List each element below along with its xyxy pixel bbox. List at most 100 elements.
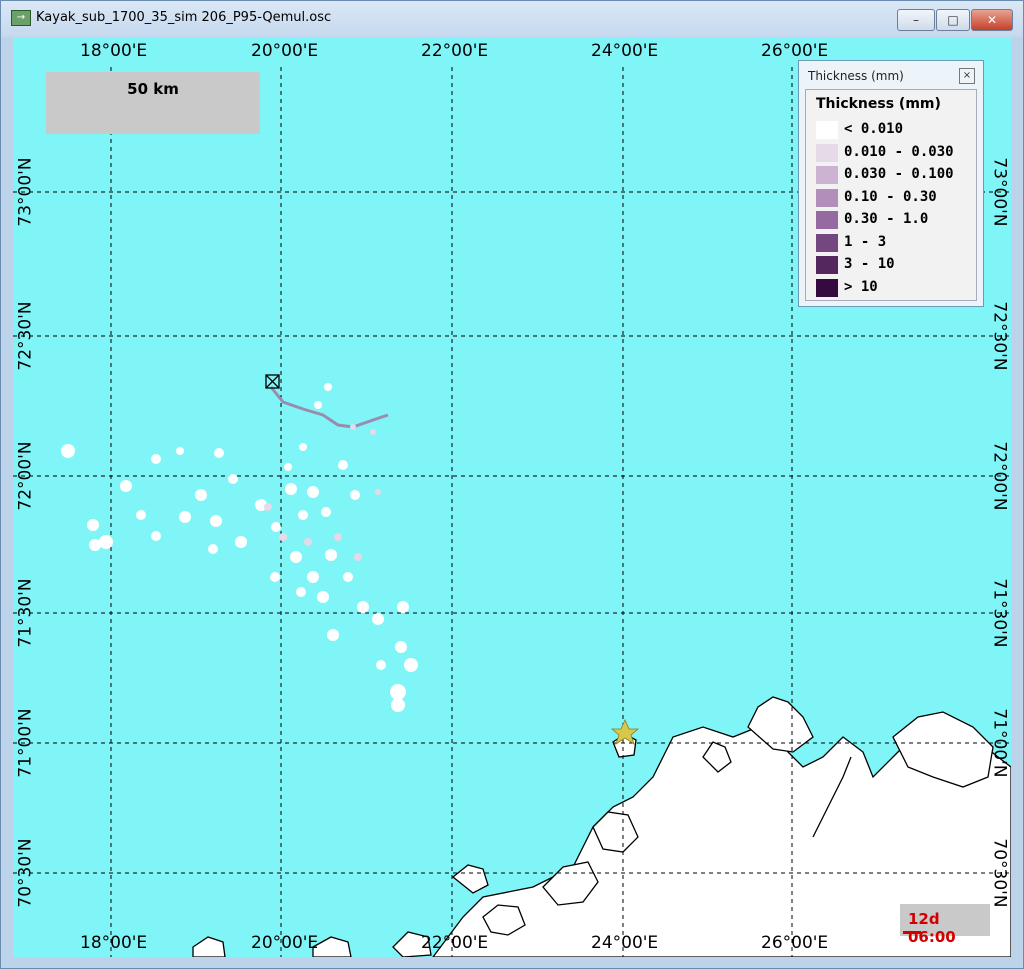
legend-item: 0.010 - 0.030 (816, 143, 976, 163)
oil-particle (61, 444, 75, 458)
maximize-button[interactable]: □ (936, 9, 970, 31)
lon-label-bottom: 26°00'E (761, 933, 829, 953)
legend-label: 0.10 - 0.30 (844, 188, 937, 205)
title-bar[interactable]: → Kayak_sub_1700_35_sim 206_P95-Qemul.os… (1, 1, 1023, 37)
app-window: → Kayak_sub_1700_35_sim 206_P95-Qemul.os… (0, 0, 1024, 969)
oil-particle (89, 539, 101, 551)
oil-particle (397, 601, 409, 613)
lat-label-left: 71°30'N (15, 578, 36, 648)
legend-label: 0.010 - 0.030 (844, 143, 954, 160)
oil-particle (87, 519, 99, 531)
oil-particle (299, 443, 307, 451)
legend-heading: Thickness (mm) (816, 96, 941, 112)
oil-particle (376, 660, 386, 670)
time-progress-bar (903, 931, 921, 934)
lon-label-bottom: 20°00'E (251, 933, 319, 953)
oil-particle (279, 533, 287, 541)
legend-swatch (816, 188, 838, 207)
lon-label-top: 26°00'E (761, 41, 829, 61)
legend-swatch (816, 256, 838, 274)
close-button[interactable]: ✕ (971, 9, 1013, 31)
oil-particle (120, 480, 132, 492)
oil-particle (208, 544, 218, 554)
lat-label-left: 70°30'N (15, 838, 36, 908)
oil-particle (317, 591, 329, 603)
oil-particle (271, 522, 281, 532)
legend-label: < 0.010 (844, 121, 904, 137)
legend-swatch (816, 278, 838, 297)
close-icon[interactable]: × (959, 68, 975, 84)
legend-label: 0.030 - 0.100 (844, 166, 954, 182)
oil-particle (296, 587, 306, 597)
oil-particle (290, 551, 302, 563)
lon-label-top: 24°00'E (591, 41, 659, 61)
time-indicator: 12d 06:00 (900, 904, 990, 946)
lon-label-top: 20°00'E (251, 41, 319, 61)
oil-particle (350, 424, 356, 430)
oil-particle (228, 474, 238, 484)
legend-swatch (816, 143, 838, 162)
legend-item: 0.10 - 0.30 (816, 188, 976, 208)
legend-window[interactable]: Thickness (mm) × Thickness (mm) < 0.010 0… (798, 60, 984, 307)
oil-particle (99, 535, 113, 549)
oil-particle (307, 571, 319, 583)
coastline (192, 696, 1011, 957)
legend-panel: Thickness (mm) < 0.010 0.010 - 0.030 0.030… (805, 89, 977, 301)
oil-particle (338, 460, 348, 470)
lat-label-right: 72°00'N (989, 441, 1010, 511)
oil-particle (264, 503, 272, 511)
oil-particle (404, 658, 418, 672)
legend-label: 0.30 - 1.0 (844, 211, 929, 227)
oil-particle (334, 533, 342, 541)
oil-particle (395, 641, 407, 653)
oil-particles-light (264, 424, 381, 561)
lon-label-bottom: 24°00'E (591, 933, 659, 953)
lat-label-right: 73°00'N (989, 157, 1010, 227)
oil-particle (151, 531, 161, 541)
oil-particle (284, 463, 292, 471)
lon-label-top: 18°00'E (80, 41, 148, 61)
legend-item: 1 - 3 (816, 233, 976, 253)
legend-item: < 0.010 (816, 120, 976, 140)
oil-particle (195, 489, 207, 501)
window-title: Kayak_sub_1700_35_sim 206_P95-Qemul.osc (36, 10, 332, 25)
land-island-south-small (312, 936, 352, 957)
oil-particle (391, 698, 405, 712)
land-island-south-left (192, 936, 226, 957)
oil-particle (390, 684, 406, 700)
legend-label: > 10 (844, 278, 878, 295)
oil-particle (285, 483, 297, 495)
lon-label-bottom: 18°00'E (80, 933, 148, 953)
oil-particle (176, 447, 184, 455)
lat-label-right: 71°30'N (989, 578, 1010, 648)
oil-particle (304, 538, 312, 546)
scale-bar-graphic (46, 72, 260, 134)
release-site-icon[interactable] (265, 374, 280, 389)
oil-particle (270, 572, 280, 582)
oil-particle (357, 601, 369, 613)
lon-label-bottom: 22°00'E (421, 933, 489, 953)
legend-item: > 10 (816, 278, 976, 298)
oil-particle (325, 549, 337, 561)
legend-label: 3 - 10 (844, 256, 895, 272)
lat-label-right: 72°30'N (989, 301, 1010, 371)
oil-particle (370, 429, 376, 435)
map-canvas[interactable]: 18°00'E 20°00'E 22°00'E 24°00'E 26°00'E … (13, 37, 1011, 957)
legend-item: 0.30 - 1.0 (816, 210, 976, 230)
lat-label-left: 72°00'N (15, 441, 36, 511)
lon-label-top: 22°00'E (421, 41, 489, 61)
oil-particles (61, 383, 418, 712)
oil-particle (210, 515, 222, 527)
lat-label-left: 72°30'N (15, 301, 36, 371)
lat-label-right: 71°00'N (989, 708, 1010, 778)
legend-swatch (816, 233, 838, 252)
legend-swatch (816, 166, 838, 184)
oil-particle (136, 510, 146, 520)
minimize-button[interactable]: – (897, 9, 935, 31)
time-label: 12d 06:00 (908, 910, 956, 946)
lat-label-right: 70°30'N (989, 838, 1010, 908)
oil-particle (151, 454, 161, 464)
land-island-west (451, 864, 489, 894)
oil-particle (350, 490, 360, 500)
app-icon: → (11, 10, 31, 26)
